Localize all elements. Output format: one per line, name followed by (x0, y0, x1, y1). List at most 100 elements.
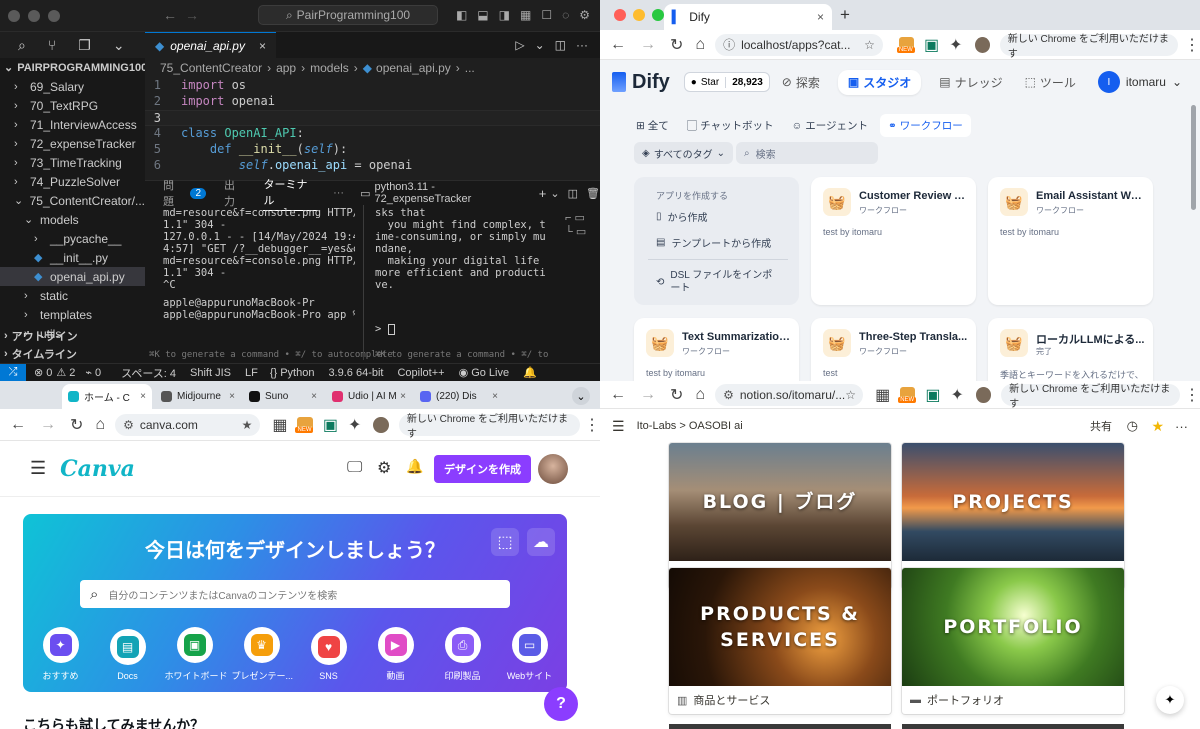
tab-openai-api[interactable]: ◆ openai_api.py × (145, 32, 276, 58)
category-item[interactable]: ▭ Webサイト (500, 627, 560, 682)
profile-avatar[interactable] (373, 416, 389, 433)
scrollbar[interactable] (1191, 105, 1196, 210)
site-info-icon[interactable]: ⚙ (123, 418, 134, 432)
browser-tab[interactable]: (220) Dis × (414, 384, 504, 409)
ai-assistant-button[interactable]: ✦ (1156, 686, 1184, 714)
extension-icon[interactable]: ▣ (925, 385, 940, 405)
search-input[interactable]: ⌕ 自分のコンテンツまたはCanvaのコンテンツを検索 (80, 580, 510, 608)
star-icon[interactable]: ☆ (845, 388, 856, 402)
home-icon[interactable]: ⌂ (695, 36, 705, 54)
profile-avatar[interactable] (974, 36, 990, 53)
chevron-down-icon[interactable]: ⌄ (535, 38, 545, 52)
toggle-sidebar-icon[interactable]: ◧ (456, 8, 467, 22)
add-terminal-icon[interactable]: + (539, 186, 547, 201)
close-icon[interactable]: × (140, 391, 146, 402)
import-dsl-button[interactable]: ⟲ DSL ファイルをインポート (656, 269, 776, 295)
eol-status[interactable]: LF (245, 367, 258, 379)
breadcrumb[interactable]: Ito-Labs > OASOBI ai (637, 420, 743, 432)
reload-icon[interactable]: ↻ (670, 385, 683, 405)
nav-knowledge[interactable]: ▤ ナレッジ (939, 74, 1002, 91)
terminal-name[interactable]: python3.11 - 72_expenseTracker (375, 181, 531, 205)
chrome-update-prompt[interactable]: 新しい Chrome をご利用いただけます (1001, 383, 1180, 410)
menu-icon[interactable]: ☰ (30, 458, 46, 479)
warning-count[interactable]: 2 (69, 367, 75, 379)
run-icon[interactable]: ▷ (515, 38, 524, 52)
upload-icon[interactable]: ☁ (527, 528, 555, 556)
more-vert-icon[interactable]: ⋮ (1184, 385, 1200, 405)
source-control-icon[interactable]: ⑂ (48, 37, 56, 53)
minimize-dot[interactable] (28, 10, 40, 22)
remote-icon[interactable]: ⤮ (0, 363, 26, 381)
filter-agent[interactable]: ☺ エージェント (792, 118, 868, 133)
bell-icon[interactable]: 🔔 (406, 458, 423, 475)
search-view-icon[interactable]: ⌕ (18, 37, 26, 54)
toggle-secondary-sidebar-icon[interactable]: ◨ (499, 8, 510, 22)
extension-icon[interactable]: NEW (295, 416, 314, 433)
timeline-section[interactable]: › タイムライン (0, 344, 77, 363)
star-icon[interactable]: ★ (1151, 418, 1164, 435)
category-item[interactable]: ▤ Docs (98, 628, 158, 681)
puzzle-icon[interactable]: ✦ (951, 385, 964, 405)
maximize-dot[interactable] (48, 10, 60, 22)
terminal-list-item[interactable]: ⌐ ▭ (565, 211, 586, 225)
breadcrumb-item[interactable]: app (276, 61, 296, 75)
explorer-icon[interactable]: ❐ (78, 37, 91, 54)
extension-icon[interactable]: ▦ (272, 415, 287, 435)
tree-item[interactable]: ◆ __init__.py (0, 248, 145, 267)
ports-count[interactable]: 0 (95, 367, 101, 379)
golive-status[interactable]: Go Live (471, 367, 509, 379)
close-dot[interactable] (8, 10, 20, 22)
browser-tab[interactable]: Suno × (243, 384, 323, 409)
browser-tab[interactable]: Udio | AI M × (326, 384, 412, 409)
accounts-icon[interactable]: ◌ (562, 8, 569, 22)
forward-arrow-icon[interactable]: → (640, 386, 656, 404)
github-star-button[interactable]: ● Star 28,923 (683, 72, 770, 92)
chat-icon[interactable]: ☐ (541, 8, 552, 22)
gallery-card[interactable]: PORTFOLIO ▬ ポートフォリオ (902, 568, 1124, 714)
tree-item[interactable]: › static (0, 286, 145, 305)
chrome-update-prompt[interactable]: 新しい Chrome をご利用いただけます (999, 33, 1178, 60)
address-bar[interactable]: ⚙ canva.com ★ (115, 413, 261, 436)
category-item[interactable]: ♛ プレゼンテー... (232, 627, 293, 682)
chevron-down-icon[interactable]: ⌄ (113, 37, 125, 54)
extension-icon[interactable]: NEW (896, 36, 915, 53)
tab-problems[interactable]: 問題 (163, 177, 184, 209)
close-icon[interactable]: × (311, 391, 317, 402)
search-input[interactable]: ⌕ 検索 (736, 142, 878, 164)
tree-item[interactable]: › 69_Salary (0, 77, 145, 96)
tree-item[interactable]: › 72_expenseTracker (0, 134, 145, 153)
avatar[interactable] (538, 454, 568, 484)
create-design-button[interactable]: デザインを作成 (434, 455, 531, 483)
app-card[interactable]: 🧺 Email Assistant Wor... ワークフロー test by ito… (988, 177, 1153, 305)
tab-search-icon[interactable]: ⌄ (572, 387, 590, 405)
user-menu[interactable]: I itomaru ⌄ (1097, 71, 1182, 93)
back-arrow-icon[interactable]: ← (10, 416, 26, 434)
tree-item[interactable]: ◆ openai_api.py (0, 267, 145, 286)
extension-icon[interactable]: ▦ (875, 385, 890, 405)
create-blank-button[interactable]: ▯ から作成 (656, 209, 708, 224)
breadcrumb-item[interactable]: ... (465, 61, 475, 75)
tree-item[interactable]: › 71_InterviewAccess (0, 115, 145, 134)
terminal-list-item[interactable]: └ ▭ (565, 225, 586, 239)
extension-icon[interactable]: NEW (898, 386, 917, 403)
chrome-update-prompt[interactable]: 新しい Chrome をご利用いただけます (398, 413, 580, 440)
site-info-icon[interactable]: ⚙ (723, 388, 734, 402)
app-card[interactable]: 🧺 Text Summarization... ワークフロー test by itom… (634, 318, 799, 381)
address-bar[interactable]: ⓘ localhost/apps?cat... ☆ (715, 33, 883, 56)
category-item[interactable]: ✦ おすすめ (31, 627, 91, 682)
maximize-dot[interactable] (652, 9, 664, 21)
tree-item[interactable]: › 73_TimeTracking (0, 153, 145, 172)
indentation-status[interactable]: スペース: 4 (121, 365, 176, 381)
star-icon[interactable]: ★ (242, 418, 253, 432)
nav-tools[interactable]: ⬚ ツール (1025, 74, 1076, 91)
help-button[interactable]: ? (544, 687, 578, 721)
category-item[interactable]: ⎙ 印刷製品 (433, 627, 493, 682)
profile-avatar[interactable] (975, 386, 992, 403)
toggle-panel-icon[interactable]: ⬓ (477, 8, 488, 22)
close-icon[interactable]: × (259, 39, 266, 53)
home-icon[interactable]: ⌂ (695, 386, 705, 404)
history-icon[interactable]: ◷ (1127, 418, 1138, 434)
more-actions-icon[interactable]: ··· (576, 38, 588, 52)
code-editor[interactable]: 1 import os 2 import openai 3 4 class OpenA… (145, 78, 600, 174)
category-item[interactable]: ▣ ホワイトボード (165, 627, 228, 682)
